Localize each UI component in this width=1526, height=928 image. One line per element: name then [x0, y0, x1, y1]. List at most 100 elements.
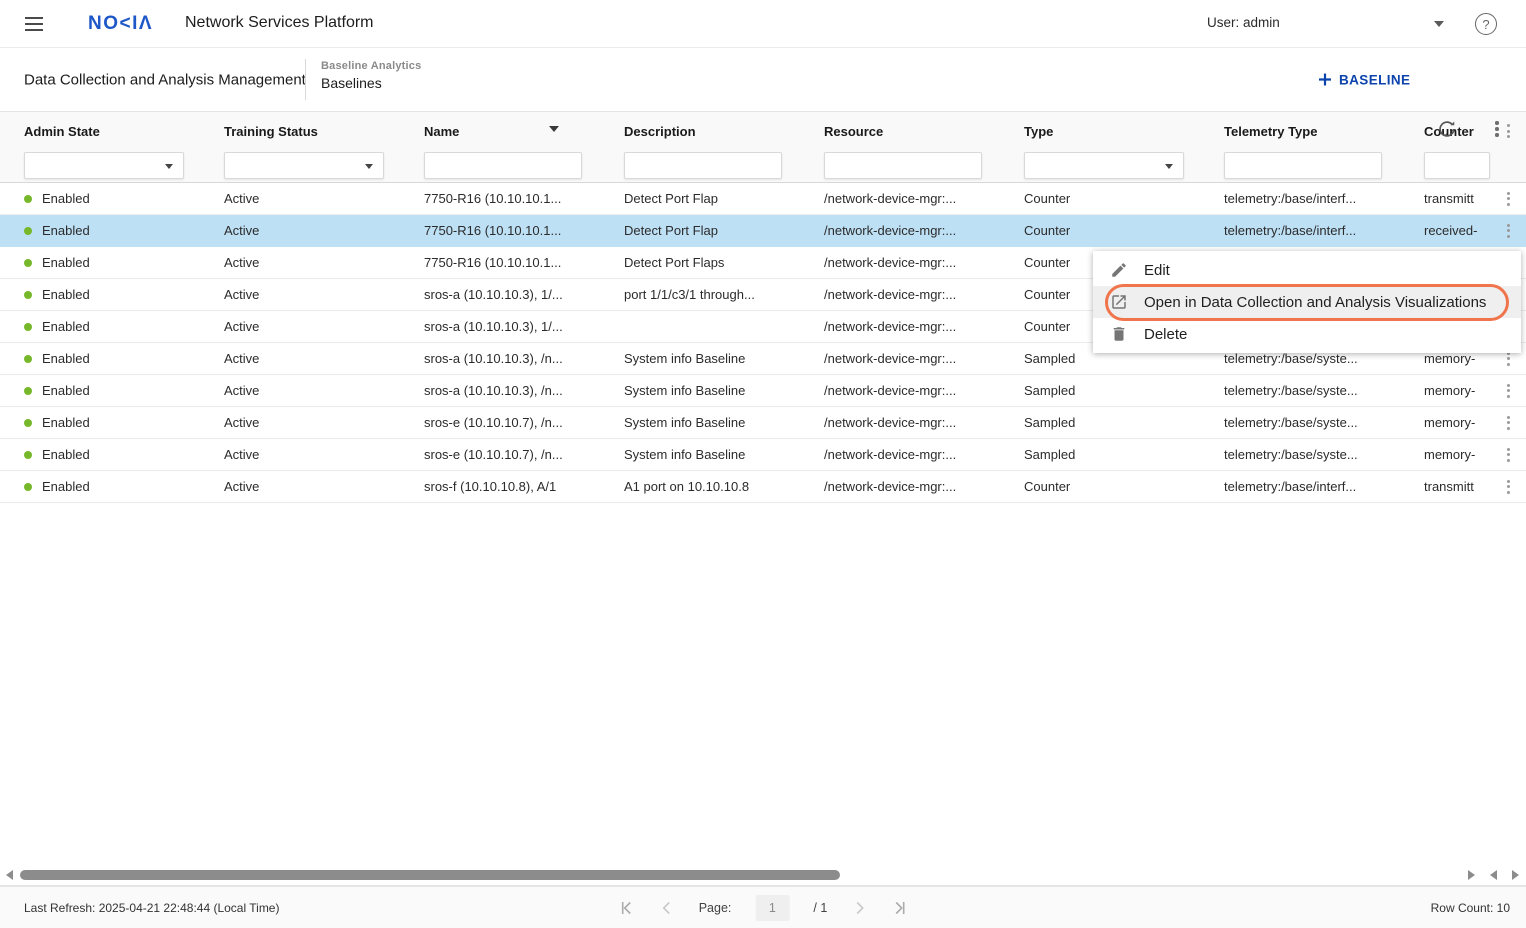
- name-value: sros-f (10.10.10.8), A/1: [400, 479, 600, 494]
- row-actions-kebab-icon[interactable]: [1501, 222, 1515, 240]
- last-page-icon[interactable]: [891, 900, 907, 916]
- row-actions-kebab-icon[interactable]: [1501, 190, 1515, 208]
- row-actions-kebab-icon[interactable]: [1501, 414, 1515, 432]
- counter-value: transmitt: [1400, 191, 1490, 206]
- user-menu-caret-icon[interactable]: [1434, 21, 1444, 27]
- admin-state-value: Enabled: [42, 319, 90, 334]
- table-header: Admin State Training Status Name Descrip…: [0, 112, 1526, 150]
- table-row[interactable]: Enabled Active sros-e (10.10.10.7), /n..…: [0, 439, 1526, 471]
- page-number-input[interactable]: 1: [755, 895, 789, 921]
- status-dot: [24, 387, 32, 395]
- first-page-icon[interactable]: [619, 900, 635, 916]
- top-bar: NO<IΛ Network Services Platform User: ad…: [0, 0, 1526, 48]
- view-selector-caret-icon[interactable]: [549, 126, 559, 132]
- training-status-value: Active: [200, 319, 400, 334]
- type-value: Sampled: [1000, 447, 1200, 462]
- telemetry-type-value: telemetry:/base/interf...: [1200, 223, 1400, 238]
- page-total: / 1: [813, 901, 827, 915]
- table-filter-row: [0, 150, 1526, 183]
- column-scroll-left-icon[interactable]: [1490, 870, 1497, 880]
- counter-value: memory-: [1400, 447, 1490, 462]
- table-row[interactable]: Enabled Active sros-e (10.10.10.7), /n..…: [0, 407, 1526, 439]
- menu-item-delete[interactable]: Delete: [1093, 318, 1521, 350]
- table-row[interactable]: Enabled Active sros-f (10.10.10.8), A/1 …: [0, 471, 1526, 503]
- column-scroll-right-icon[interactable]: [1512, 870, 1519, 880]
- menu-item-edit[interactable]: Edit: [1093, 254, 1521, 286]
- resource-filter-input[interactable]: [824, 152, 982, 179]
- row-actions-kebab-icon[interactable]: [1501, 446, 1515, 464]
- name-value: 7750-R16 (10.10.10.1...: [400, 223, 600, 238]
- column-header-telemetry-type[interactable]: Telemetry Type: [1200, 124, 1400, 139]
- horizontal-scrollbar: [0, 864, 1526, 886]
- column-header-training-status[interactable]: Training Status: [200, 124, 400, 139]
- table-row[interactable]: Enabled Active 7750-R16 (10.10.10.1... D…: [0, 183, 1526, 215]
- column-header-resource[interactable]: Resource: [800, 124, 1000, 139]
- menu-item-open-in-visualizations[interactable]: Open in Data Collection and Analysis Vis…: [1093, 286, 1521, 318]
- type-value: Sampled: [1000, 415, 1200, 430]
- type-value: Counter: [1000, 191, 1200, 206]
- hamburger-menu-icon[interactable]: [25, 17, 43, 35]
- counter-value: memory-: [1400, 383, 1490, 398]
- page-label: Page:: [699, 901, 732, 915]
- status-dot: [24, 259, 32, 267]
- admin-state-value: Enabled: [42, 479, 90, 494]
- description-value: port 1/1/c3/1 through...: [600, 287, 800, 302]
- name-value: sros-a (10.10.10.3), /n...: [400, 351, 600, 366]
- add-baseline-button[interactable]: BASELINE: [1318, 72, 1410, 87]
- page-title: Data Collection and Analysis Management: [24, 71, 306, 88]
- training-status-value: Active: [200, 191, 400, 206]
- admin-state-value: Enabled: [42, 447, 90, 462]
- view-selector[interactable]: Baseline Analytics Baselines: [321, 60, 421, 91]
- counter-value: transmitt: [1400, 479, 1490, 494]
- description-value: System info Baseline: [600, 447, 800, 462]
- table-row[interactable]: Enabled Active 7750-R16 (10.10.10.1... D…: [0, 215, 1526, 247]
- refresh-icon[interactable]: [1436, 118, 1458, 140]
- telemetry-type-value: telemetry:/base/syste...: [1200, 383, 1400, 398]
- name-value: 7750-R16 (10.10.10.1...: [400, 255, 600, 270]
- scroll-right-arrow-icon[interactable]: [1468, 870, 1475, 880]
- help-icon[interactable]: ?: [1475, 13, 1497, 35]
- type-filter-select[interactable]: [1024, 152, 1184, 179]
- admin-state-value: Enabled: [42, 223, 90, 238]
- telemetry-type-filter-input[interactable]: [1224, 152, 1382, 179]
- row-context-menu: Edit Open in Data Collection and Analysi…: [1093, 251, 1521, 353]
- admin-state-filter-select[interactable]: [24, 152, 184, 179]
- resource-value: /network-device-mgr:...: [800, 255, 1000, 270]
- table-row[interactable]: Enabled Active sros-a (10.10.10.3), /n..…: [0, 375, 1526, 407]
- toolbar-kebab-icon[interactable]: [1490, 120, 1504, 138]
- scroll-left-arrow-icon[interactable]: [6, 870, 13, 880]
- telemetry-type-value: telemetry:/base/interf...: [1200, 479, 1400, 494]
- pencil-icon: [1110, 261, 1128, 279]
- previous-page-icon[interactable]: [659, 900, 675, 916]
- status-dot: [24, 227, 32, 235]
- pagination: Page: 1 / 1: [619, 887, 908, 928]
- resource-value: /network-device-mgr:...: [800, 191, 1000, 206]
- description-value: System info Baseline: [600, 383, 800, 398]
- scrollbar-thumb[interactable]: [20, 870, 840, 880]
- chevron-down-icon: [365, 164, 373, 169]
- type-value: Sampled: [1000, 383, 1200, 398]
- training-status-value: Active: [200, 287, 400, 302]
- name-value: sros-e (10.10.10.7), /n...: [400, 447, 600, 462]
- trash-icon: [1110, 325, 1128, 343]
- row-actions-kebab-icon[interactable]: [1501, 382, 1515, 400]
- admin-state-value: Enabled: [42, 191, 90, 206]
- training-status-filter-select[interactable]: [224, 152, 384, 179]
- status-dot: [24, 483, 32, 491]
- row-actions-kebab-icon[interactable]: [1501, 478, 1515, 496]
- name-filter-input[interactable]: [424, 152, 582, 179]
- plus-icon: [1318, 73, 1332, 87]
- column-header-admin-state[interactable]: Admin State: [0, 124, 200, 139]
- next-page-icon[interactable]: [851, 900, 867, 916]
- column-header-type[interactable]: Type: [1000, 124, 1200, 139]
- column-header-name[interactable]: Name: [400, 124, 600, 139]
- training-status-value: Active: [200, 447, 400, 462]
- counter-filter-input[interactable]: [1424, 152, 1490, 179]
- description-filter-input[interactable]: [624, 152, 782, 179]
- telemetry-type-value: telemetry:/base/interf...: [1200, 191, 1400, 206]
- row-count: Row Count: 10: [1431, 901, 1510, 915]
- open-in-new-icon: [1110, 293, 1128, 311]
- status-dot: [24, 291, 32, 299]
- description-value: System info Baseline: [600, 351, 800, 366]
- column-header-description[interactable]: Description: [600, 124, 800, 139]
